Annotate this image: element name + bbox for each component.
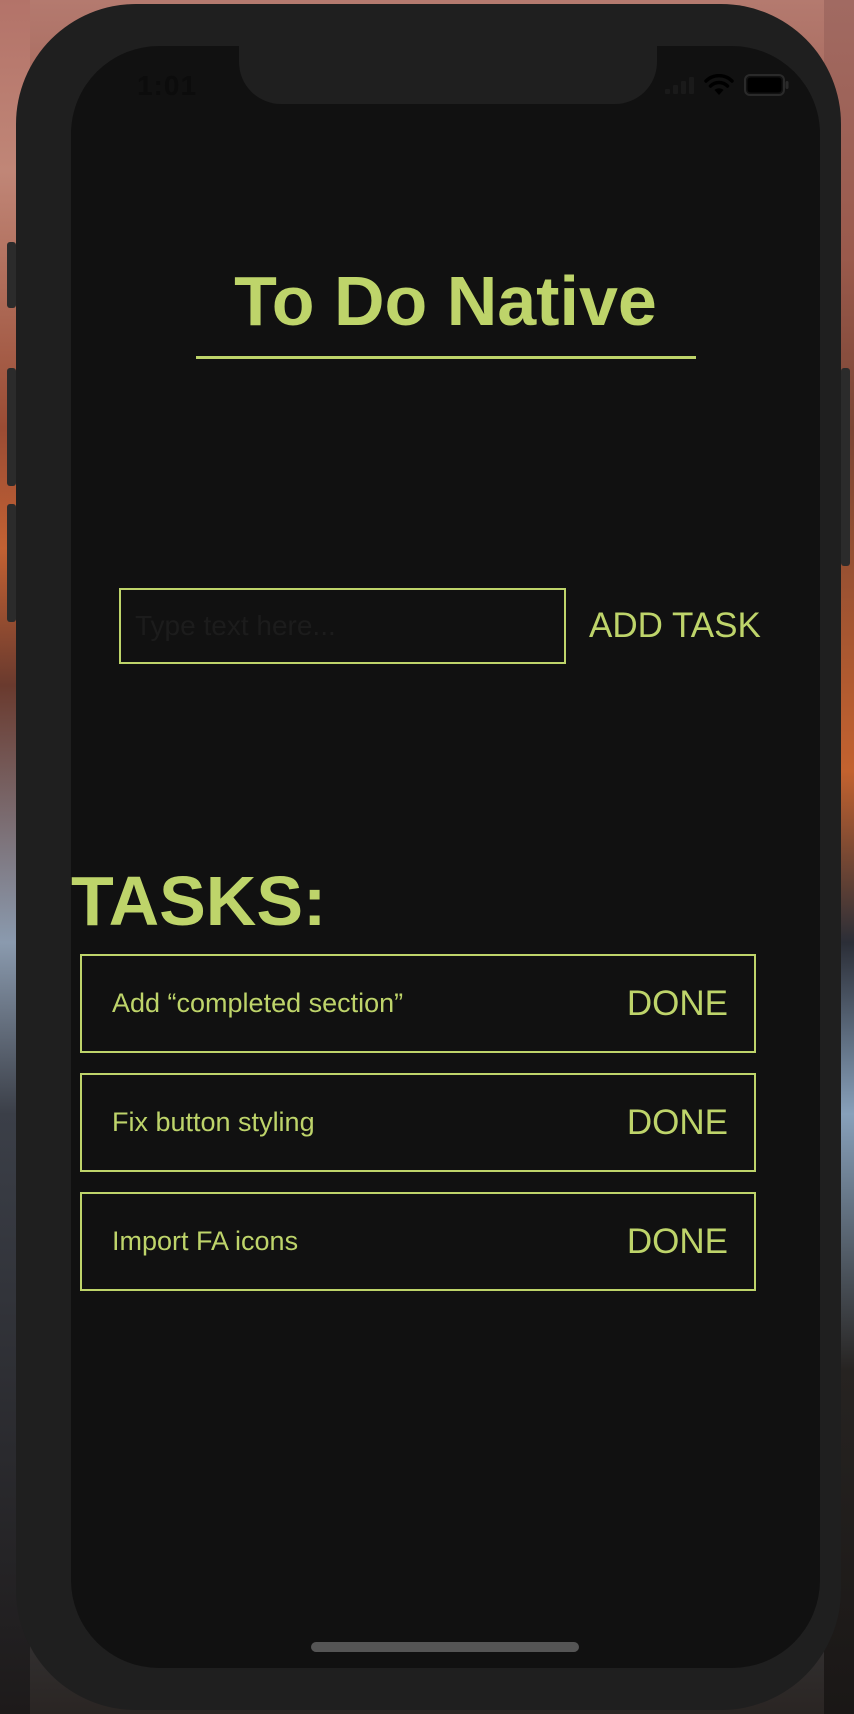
task-item: Fix button styling DONE [80,1073,756,1172]
add-task-button[interactable]: ADD TASK [583,601,767,651]
app-title: To Do Native [234,262,657,340]
task-text-input[interactable] [119,588,566,664]
title-underline [196,356,696,359]
volume-down-button [7,504,16,622]
home-indicator[interactable] [311,1642,579,1652]
volume-up-button [7,368,16,486]
power-button [841,368,850,566]
status-icons [665,74,790,96]
done-button[interactable]: DONE [627,1222,728,1262]
done-button[interactable]: DONE [627,1103,728,1143]
task-text: Add “completed section” [112,988,404,1018]
battery-icon [744,74,790,96]
mute-switch [7,242,16,308]
app-screen: 1:01 To Do Native Type text here... ADD … [71,46,820,1668]
task-item: Import FA icons DONE [80,1192,756,1291]
task-list: Add “completed section” DONE Fix button … [80,954,756,1311]
signal-icon [665,76,694,94]
status-time: 1:01 [137,70,198,101]
task-text: Import FA icons [112,1226,299,1256]
phone-frame: 1:01 To Do Native Type text here... ADD … [7,4,850,1710]
notch [239,46,657,104]
tasks-heading: TASKS: [71,862,327,940]
task-text: Fix button styling [112,1107,315,1137]
done-button[interactable]: DONE [627,984,728,1024]
wifi-icon [704,74,734,96]
task-item: Add “completed section” DONE [80,954,756,1053]
